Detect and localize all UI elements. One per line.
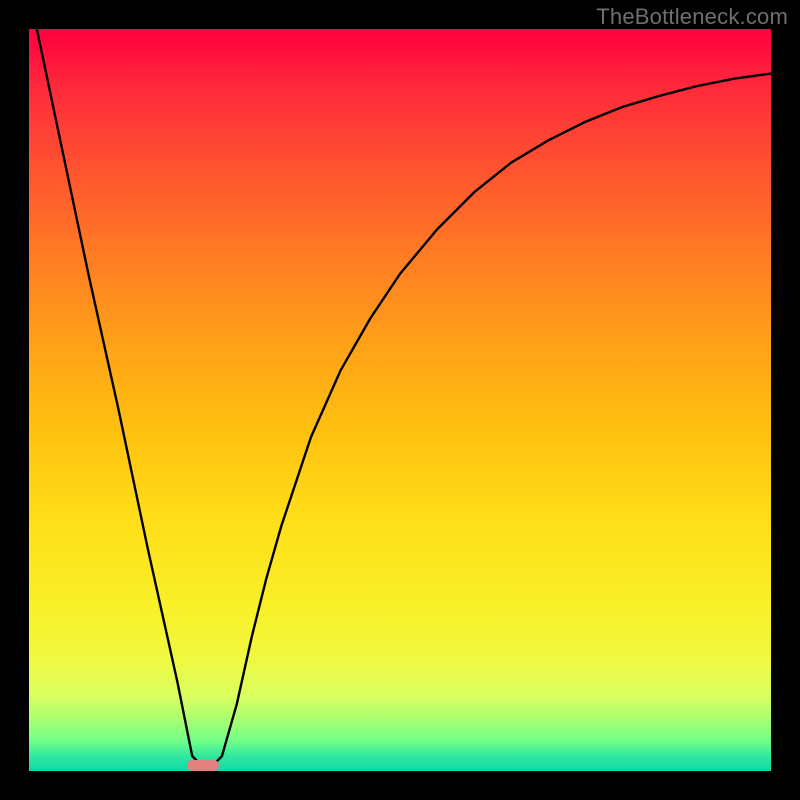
watermark-text: TheBottleneck.com <box>596 4 788 30</box>
minimum-marker <box>187 760 219 771</box>
plot-area <box>29 29 771 771</box>
curve-layer <box>29 29 771 771</box>
chart-frame: TheBottleneck.com <box>0 0 800 800</box>
bottleneck-curve <box>29 29 771 771</box>
